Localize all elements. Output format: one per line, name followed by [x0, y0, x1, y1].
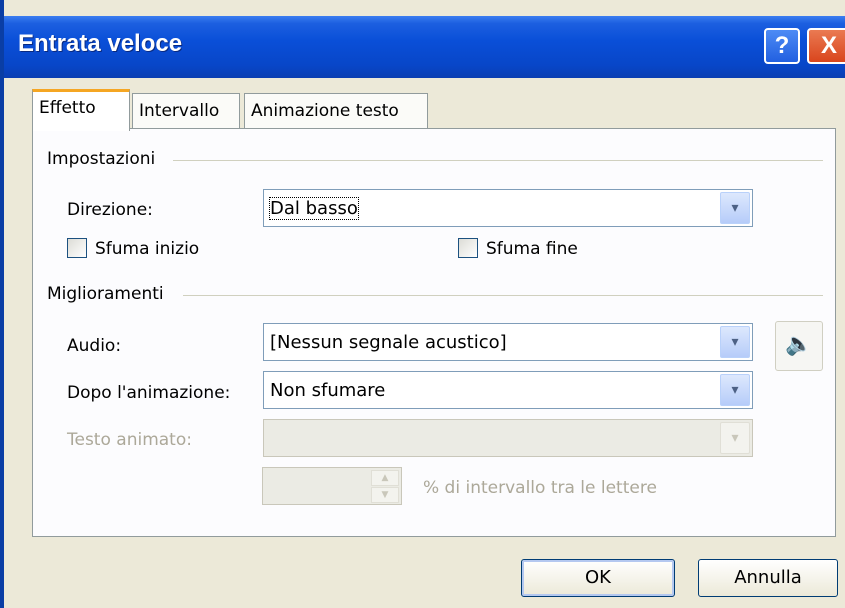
sfuma-fine-label[interactable]: Sfuma fine: [486, 239, 578, 259]
close-button[interactable]: X: [807, 28, 845, 64]
dialog-window: Entrata veloce ? X Effetto Intervallo An…: [0, 0, 845, 608]
chevron-down-icon[interactable]: ▾: [720, 374, 750, 406]
chevron-down-icon: ▾: [720, 422, 750, 454]
title-bar[interactable]: Entrata veloce ? X: [4, 16, 845, 78]
intervallo-lettere-label: % di intervallo tra le lettere: [423, 478, 657, 498]
sfuma-inizio-checkbox[interactable]: [67, 238, 87, 258]
testo-animato-label: Testo animato:: [67, 430, 192, 450]
ok-button[interactable]: OK: [521, 559, 675, 597]
tab-intervallo[interactable]: Intervallo: [132, 93, 240, 129]
direzione-value: Dal basso: [269, 197, 359, 220]
speaker-icon: 🔈: [775, 321, 823, 371]
chevron-down-icon[interactable]: ▾: [720, 326, 750, 358]
chevron-down-icon[interactable]: ▾: [720, 192, 750, 224]
dopo-animazione-value: Non sfumare: [270, 380, 386, 401]
dopo-animazione-label: Dopo l'animazione:: [67, 383, 231, 403]
sfuma-inizio-label[interactable]: Sfuma inizio: [95, 239, 199, 259]
group-label-miglioramenti: Miglioramenti: [47, 284, 168, 304]
direzione-label: Direzione:: [67, 200, 153, 220]
testo-animato-dropdown: ▾: [263, 419, 753, 457]
intervallo-lettere-spinner: ▲ ▼: [262, 467, 402, 505]
dopo-animazione-dropdown[interactable]: Non sfumare ▾: [263, 371, 753, 409]
audio-label: Audio:: [67, 336, 122, 356]
spin-up-icon: ▲: [371, 470, 399, 486]
window-title: Entrata veloce: [18, 30, 183, 57]
audio-dropdown[interactable]: [Nessun segnale acustico] ▾: [263, 323, 753, 361]
tab-animazione-testo[interactable]: Animazione testo: [244, 93, 428, 129]
cancel-button[interactable]: Annulla: [698, 559, 838, 597]
sfuma-fine-checkbox[interactable]: [458, 238, 478, 258]
group-divider: [173, 160, 823, 161]
group-label-impostazioni: Impostazioni: [47, 149, 160, 169]
direzione-dropdown[interactable]: Dal basso ▾: [263, 189, 753, 227]
help-button[interactable]: ?: [764, 28, 800, 64]
audio-value: [Nessun segnale acustico]: [270, 332, 507, 353]
group-divider: [183, 295, 823, 296]
tab-panel-effetto: Impostazioni Direzione: Dal basso ▾ Sfum…: [32, 128, 836, 537]
tab-effetto[interactable]: Effetto: [32, 89, 130, 131]
spin-down-icon: ▼: [371, 487, 399, 503]
